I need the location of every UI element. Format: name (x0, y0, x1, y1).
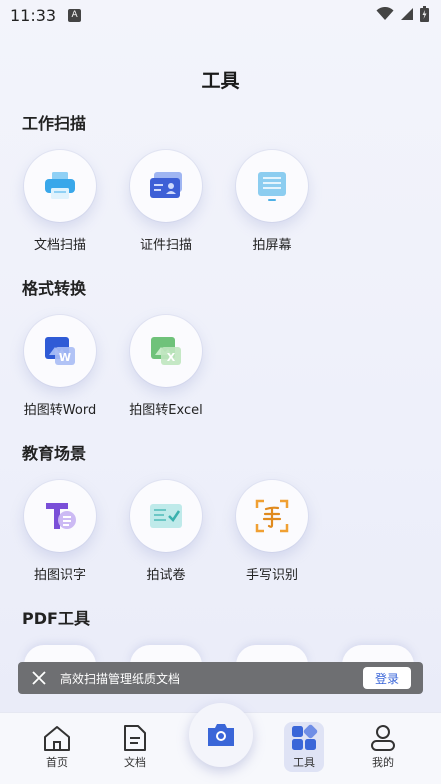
camera-scan-button[interactable] (189, 703, 253, 767)
tool-bubble[interactable] (236, 480, 308, 552)
printer-icon (45, 172, 75, 199)
word-icon: W (45, 337, 75, 365)
nav-label-mine: 我的 (372, 756, 394, 769)
text-recognition-icon (46, 503, 76, 529)
screen-icon (258, 172, 286, 201)
banner-text: 高效扫描管理纸质文档 (60, 671, 181, 686)
tool-bubble[interactable] (24, 150, 96, 222)
notification-indicator: A (68, 8, 82, 22)
tool-bubble[interactable] (236, 150, 308, 222)
excel-icon: X (151, 337, 181, 365)
tool-label: 拍图转Word (23, 403, 97, 418)
login-prompt-banner: 高效扫描管理纸质文档 登录 (18, 662, 423, 694)
tool-label: 文档扫描 (33, 238, 86, 253)
status-bar: 11:33 A (0, 0, 441, 30)
battery-icon (420, 6, 429, 22)
page-title: 工具 (201, 70, 240, 92)
section-title-format-convert: 格式转换 (22, 279, 87, 298)
tool-bubble[interactable]: W (24, 315, 96, 387)
svg-text:X: X (167, 351, 176, 364)
tools-grid-icon (292, 724, 318, 750)
handwriting-icon (255, 499, 289, 533)
tool-screen-capture[interactable]: 拍屏幕 (222, 150, 322, 253)
tool-handwriting-recognition[interactable]: 手写识别 (222, 480, 322, 583)
svg-text:W: W (59, 351, 71, 364)
tool-document-scan[interactable]: 文档扫描 (10, 150, 110, 253)
section-title-work-scan: 工作扫描 (22, 114, 87, 133)
tool-photo-to-word[interactable]: W 拍图转Word (10, 315, 110, 418)
exam-paper-icon (150, 504, 182, 528)
user-icon (371, 725, 395, 751)
tool-label: 拍屏幕 (252, 238, 292, 253)
nav-label-tools: 工具 (293, 756, 315, 769)
section-title-education: 教育场景 (22, 444, 87, 463)
section-title-pdf-tools: PDF工具 (22, 609, 90, 628)
id-card-icon (150, 172, 182, 198)
close-icon[interactable] (28, 667, 50, 689)
tool-photo-to-excel[interactable]: X 拍图转Excel (116, 315, 216, 418)
tool-id-scan[interactable]: 证件扫描 (116, 150, 216, 253)
tool-label: 拍图转Excel (129, 403, 203, 418)
tool-bubble[interactable] (24, 480, 96, 552)
nav-item-docs[interactable]: 文档 (105, 724, 165, 770)
tool-label: 手写识别 (245, 568, 298, 583)
nav-label-home: 首页 (46, 756, 68, 769)
status-icons (376, 6, 429, 22)
status-time: 11:33 (10, 5, 57, 25)
tool-bubble[interactable] (130, 480, 202, 552)
nav-label-docs: 文档 (124, 756, 146, 769)
tool-label: 证件扫描 (139, 238, 192, 253)
tool-label: 拍图识字 (33, 568, 86, 583)
document-icon (124, 725, 146, 751)
login-button[interactable]: 登录 (363, 667, 411, 689)
nav-item-mine[interactable]: 我的 (353, 724, 413, 770)
tool-label: 拍试卷 (146, 568, 186, 583)
camera-icon (208, 724, 234, 746)
wifi-icon (376, 7, 394, 20)
tool-exam-paper[interactable]: 拍试卷 (116, 480, 216, 583)
tool-photo-text-recognition[interactable]: 拍图识字 (10, 480, 110, 583)
nav-item-tools[interactable]: 工具 (274, 724, 334, 770)
tool-bubble[interactable]: X (130, 315, 202, 387)
signal-icon (401, 8, 413, 20)
tool-bubble[interactable] (130, 150, 202, 222)
home-icon (44, 726, 70, 751)
nav-item-home[interactable]: 首页 (27, 724, 87, 770)
